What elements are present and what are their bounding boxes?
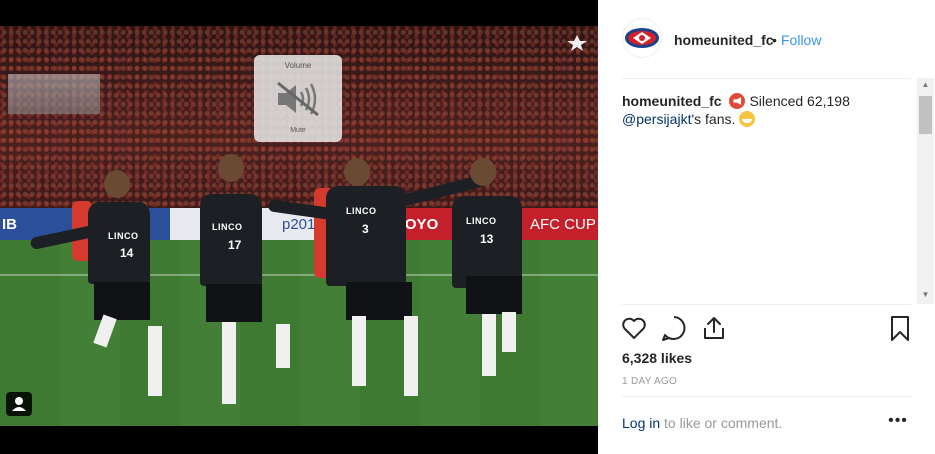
post-timestamp[interactable]: 1 DAY AGO (622, 376, 677, 387)
player-head (104, 170, 130, 198)
separator-dot: • (772, 32, 777, 48)
heart-icon[interactable] (620, 314, 648, 342)
divider (622, 304, 911, 305)
jersey-number: 13 (480, 232, 494, 246)
grinning-sweat-emoji (739, 111, 756, 127)
player-leg (502, 312, 516, 352)
jersey-sponsor: LINCO (108, 231, 139, 241)
more-options-icon[interactable]: ••• (888, 412, 908, 432)
post-username[interactable]: homeunited_fc (674, 32, 774, 48)
follow-button[interactable]: Follow (781, 32, 821, 48)
stadium-stand (8, 74, 100, 114)
scroll-down-arrow-icon[interactable]: ▼ (917, 290, 934, 302)
comment-icon[interactable] (660, 314, 688, 342)
volume-overlay: Volume Mute (254, 55, 342, 142)
user-tag-icon[interactable] (6, 392, 32, 416)
player-jersey (326, 186, 406, 286)
login-prompt: Log in to like or comment. (622, 415, 782, 431)
caption-text: Silenced 62,198 (749, 93, 850, 109)
post-header: homeunited_fc • Follow (598, 0, 935, 78)
player-leg (222, 322, 236, 404)
post-details-panel: homeunited_fc • Follow homeunited_fc Sil… (598, 0, 935, 454)
ad-text-ib: IB (2, 216, 17, 233)
jersey-sponsor: LINCO (212, 222, 243, 232)
player-leg (352, 316, 366, 386)
volume-title: Volume (284, 61, 312, 70)
muted-speaker-emoji (729, 93, 746, 109)
divider (622, 78, 911, 79)
post-media[interactable]: IB p201 TOYO AFC CUP 20 LINCO 14 LINCO 1… (0, 0, 598, 454)
post-caption: homeunited_fc Silenced 62,198 @persijajk… (622, 92, 912, 128)
bookmark-icon[interactable] (886, 314, 914, 342)
jersey-sponsor: LINCO (466, 216, 497, 226)
player-head (344, 158, 370, 186)
player-leg (148, 326, 162, 396)
caption-text-2: 's fans. (691, 111, 736, 127)
caption-mention[interactable]: @persijajkt (622, 111, 691, 127)
jersey-number: 3 (362, 222, 369, 236)
likes-count[interactable]: 6,328 likes (622, 350, 692, 366)
player-head (470, 158, 496, 186)
comments-scrollbar[interactable]: ▲ ▼ (917, 78, 934, 304)
jersey-sponsor: LINCO (346, 206, 377, 216)
player-leg (404, 316, 418, 396)
ad-text-afc-cup: AFC CUP 20 (530, 216, 598, 233)
divider (622, 396, 911, 397)
volume-subtitle: Mute (290, 127, 306, 134)
scroll-up-arrow-icon[interactable]: ▲ (917, 80, 934, 92)
action-bar (598, 314, 935, 344)
scroll-thumb[interactable] (919, 96, 932, 134)
player-head (218, 154, 244, 182)
player-jersey (88, 202, 150, 284)
login-prompt-text: to like or comment. (664, 415, 783, 431)
avatar[interactable] (622, 18, 662, 58)
caption-username[interactable]: homeunited_fc (622, 93, 722, 109)
player-shorts (346, 282, 412, 320)
speaker-muted-icon (274, 79, 322, 124)
player-shorts (206, 284, 262, 322)
jersey-number: 14 (120, 246, 134, 260)
ad-text-p201: p201 (282, 216, 316, 233)
login-link[interactable]: Log in (622, 415, 660, 431)
player-shorts (466, 276, 522, 314)
player-leg (482, 314, 496, 376)
jersey-number: 17 (228, 238, 242, 252)
player-leg (276, 324, 290, 368)
share-icon[interactable] (700, 314, 728, 342)
club-watermark-logo (562, 34, 592, 52)
